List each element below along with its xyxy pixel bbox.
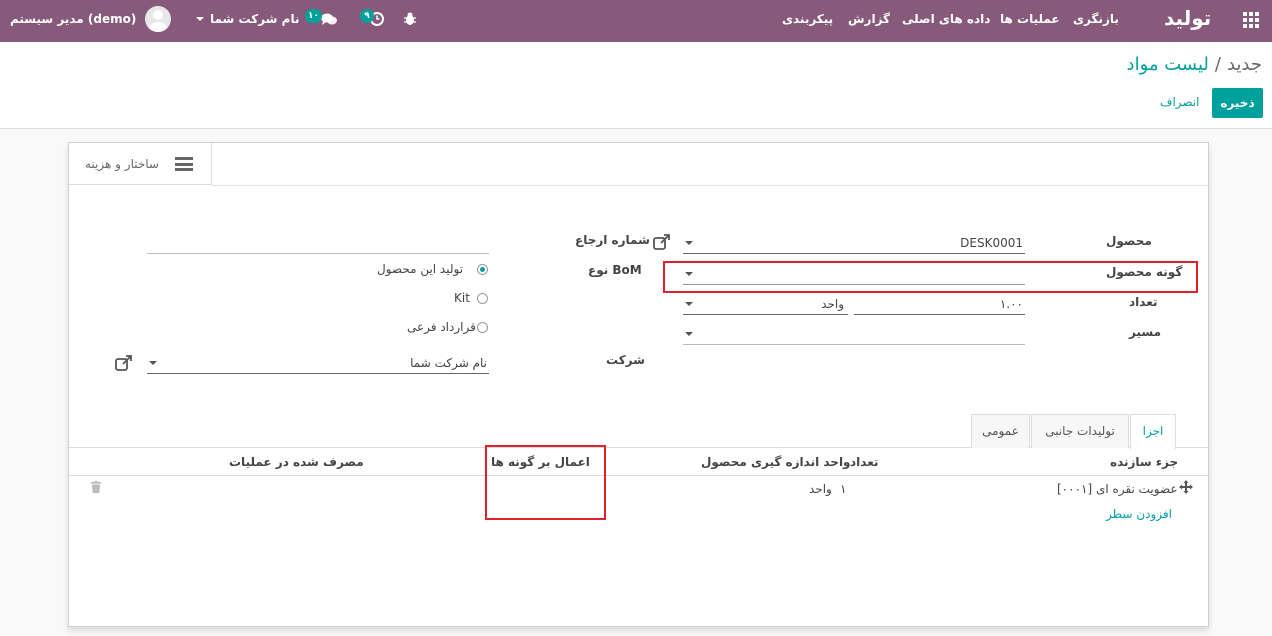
company-label: شرکت: [606, 353, 645, 367]
bug-icon[interactable]: [403, 11, 417, 27]
menu-configuration[interactable]: پیکربندی: [782, 12, 833, 26]
button-box-divider: [212, 185, 1210, 186]
apps-menu-icon[interactable]: [1243, 12, 1259, 28]
save-button[interactable]: ذخیره: [1212, 88, 1263, 118]
structure-cost-label: ساختار و هزینه: [85, 157, 159, 171]
trash-icon[interactable]: [91, 481, 101, 493]
chevron-down-icon: [685, 302, 693, 306]
app-title[interactable]: تولید: [1164, 6, 1211, 30]
menu-reporting[interactable]: گزارش: [848, 12, 890, 26]
radio-subcontract[interactable]: [477, 322, 488, 333]
radio-manufacture[interactable]: [477, 264, 488, 275]
col-consumed-operation[interactable]: مصرف شده در عملیات: [229, 455, 364, 469]
radio-subcontract-label: قرارداد فرعی: [407, 320, 476, 334]
row-quantity[interactable]: ۱: [840, 482, 846, 496]
uom-field[interactable]: واحد: [683, 293, 848, 315]
product-label: محصول: [1106, 234, 1152, 248]
bom-type-label: نوع BoM: [588, 263, 642, 277]
quantity-input[interactable]: ۱.۰۰: [854, 293, 1025, 315]
tab-by-products[interactable]: تولیدات جانبی: [1031, 414, 1129, 448]
highlight-variant-field: [663, 261, 1198, 293]
highlight-apply-variants-column: [485, 445, 606, 520]
chevron-down-icon: [685, 241, 693, 245]
chevron-down-icon: [149, 361, 157, 365]
tab-components[interactable]: اجزا: [1130, 414, 1176, 449]
tab-general[interactable]: عمومی: [971, 414, 1030, 448]
company-switcher[interactable]: نام شرکت شما: [210, 12, 299, 26]
radio-manufacture-label: تولید این محصول: [377, 262, 464, 276]
route-label: مسیر: [1129, 325, 1162, 339]
company-field[interactable]: نام شرکت شما: [147, 352, 489, 374]
chat-icon[interactable]: [320, 12, 338, 26]
menu-review[interactable]: بازنگری: [1073, 12, 1119, 26]
breadcrumb-current: جدید: [1226, 54, 1262, 75]
external-link-icon[interactable]: [115, 355, 133, 371]
product-value: DESK0001: [960, 236, 1023, 250]
row-uom[interactable]: واحد: [809, 482, 832, 496]
top-navbar: تولید بازنگری عملیات ها داده های اصلی گز…: [0, 0, 1272, 42]
reference-input[interactable]: [147, 232, 489, 254]
col-quantity[interactable]: تعداد: [850, 455, 878, 469]
list-icon: [175, 157, 193, 171]
activities-badge: ۹: [360, 9, 374, 23]
quantity-value: ۱.۰۰: [999, 297, 1023, 311]
breadcrumb-separator: /: [1214, 54, 1221, 75]
chevron-down-icon: [685, 332, 693, 336]
row-component[interactable]: [۰۰۰۱] عضویت نقره ای: [1057, 482, 1178, 496]
breadcrumb-parent[interactable]: لیست مواد: [1127, 54, 1209, 75]
route-field[interactable]: [683, 323, 1025, 345]
quantity-label: تعداد: [1129, 295, 1158, 309]
menu-master-data[interactable]: داده های اصلی: [902, 12, 990, 26]
uom-value: واحد: [821, 297, 844, 311]
breadcrumb: جدید/لیست مواد: [1127, 54, 1262, 75]
structure-cost-button[interactable]: ساختار و هزینه: [69, 143, 212, 185]
radio-kit[interactable]: [477, 293, 488, 304]
chevron-down-icon: [196, 17, 204, 21]
product-field[interactable]: DESK0001: [683, 232, 1025, 254]
company-value: نام شرکت شما: [410, 356, 487, 370]
discard-button[interactable]: انصراف: [1160, 95, 1199, 109]
table-header-divider: [69, 475, 1210, 476]
col-uom[interactable]: واحد اندازه گیری محصول: [701, 455, 851, 469]
menu-operations[interactable]: عملیات ها: [1000, 12, 1060, 26]
user-menu[interactable]: مدیر سیستم (demo): [10, 12, 136, 26]
external-link-icon[interactable]: [653, 234, 671, 250]
add-line-link[interactable]: افزودن سطر: [1106, 507, 1172, 521]
reference-label: شماره ارجاع: [575, 233, 650, 247]
messages-badge: ۱۰: [305, 9, 322, 23]
col-component[interactable]: جزء سازنده: [1110, 455, 1178, 469]
drag-handle-icon[interactable]: [1179, 480, 1193, 494]
avatar[interactable]: [145, 6, 171, 32]
form-sheet: ساختار و هزینه محصول DESK0001 گونه محصول…: [68, 142, 1210, 627]
radio-kit-label: Kit: [454, 291, 470, 305]
